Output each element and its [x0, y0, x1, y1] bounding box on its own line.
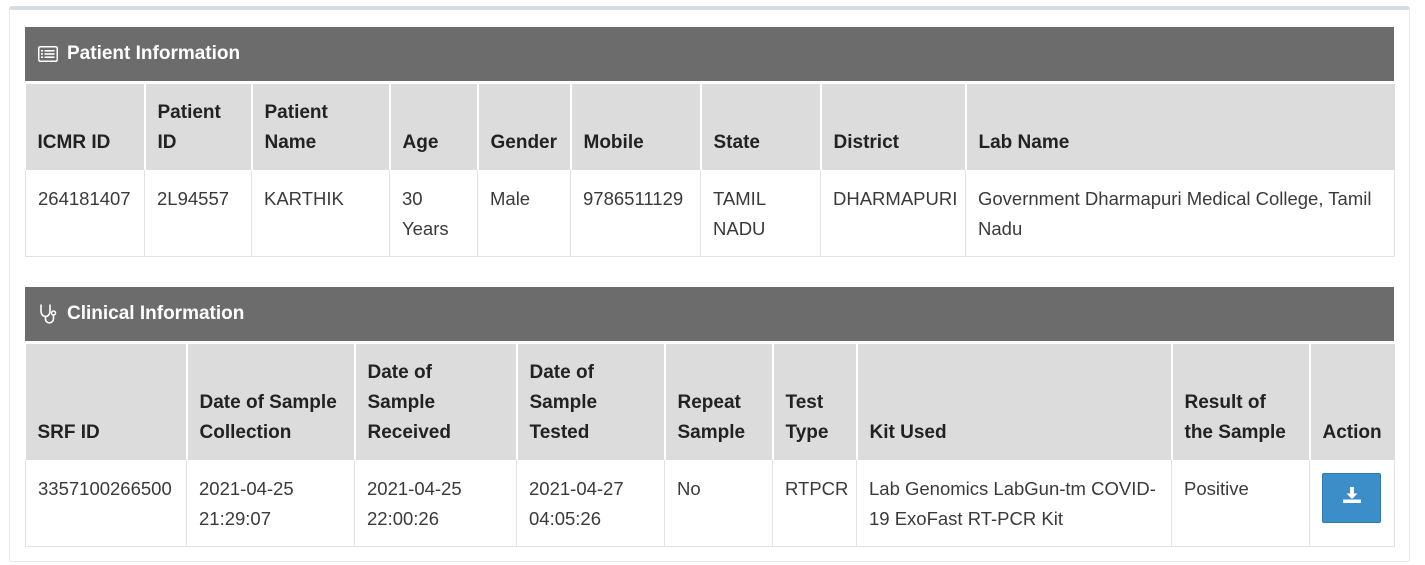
- list-icon: [37, 44, 59, 64]
- column-header: Repeat Sample: [664, 341, 774, 460]
- age-cell: 30 Years: [389, 169, 478, 257]
- patient-information-title: Patient Information: [67, 43, 241, 64]
- patient-information-header: Patient Information: [25, 27, 1394, 81]
- table-row: 264181407 2L94557 KARTHIK 30 Years Male …: [25, 169, 1395, 257]
- patient-table-header-row: ICMR ID Patient ID Patient Name Age Gend…: [25, 81, 1395, 170]
- download-icon: [1342, 483, 1362, 513]
- column-header: SRF ID: [25, 341, 188, 460]
- column-header: Kit Used: [856, 341, 1173, 460]
- district-cell: DHARMAPURI: [820, 169, 966, 257]
- column-header: District: [820, 81, 967, 170]
- column-header: Mobile: [570, 81, 702, 170]
- column-header: Gender: [477, 81, 572, 170]
- patient-information-panel: Patient Information ICMR ID Patient ID P…: [25, 27, 1395, 257]
- clinical-information-title: Clinical Information: [67, 303, 245, 324]
- gender-cell: Male: [477, 169, 571, 257]
- lab-name-cell: Government Dharmapuri Medical College, T…: [965, 169, 1395, 257]
- received-date-cell: 2021-04-25 22:00:26: [354, 459, 517, 547]
- collection-date-cell: 2021-04-25 21:29:07: [186, 459, 355, 547]
- column-header: Date of Sample Collection: [186, 341, 356, 460]
- clinical-information-panel: Clinical Information SRF ID Date of Samp…: [25, 287, 1395, 547]
- clinical-table-header-row: SRF ID Date of Sample Collection Date of…: [25, 341, 1395, 460]
- patient-id-cell: 2L94557: [144, 169, 252, 257]
- column-header: Date of Sample Tested: [516, 341, 666, 460]
- patient-table: ICMR ID Patient ID Patient Name Age Gend…: [25, 81, 1395, 257]
- column-header: Action: [1309, 341, 1395, 460]
- repeat-sample-cell: No: [664, 459, 773, 547]
- column-header: Patient Name: [251, 81, 391, 170]
- mobile-cell: 9786511129: [570, 169, 701, 257]
- column-header: Result of the Sample: [1171, 341, 1311, 460]
- kit-used-cell: Lab Genomics LabGun-tm COVID-19 ExoFast …: [856, 459, 1172, 547]
- table-row: 3357100266500 2021-04-25 21:29:07 2021-0…: [25, 459, 1395, 547]
- stethoscope-icon: [37, 304, 59, 324]
- column-header: Lab Name: [965, 81, 1395, 170]
- patient-name-cell: KARTHIK: [251, 169, 390, 257]
- column-header: ICMR ID: [25, 81, 146, 170]
- test-type-cell: RTPCR: [772, 459, 857, 547]
- clinical-information-header: Clinical Information: [25, 287, 1394, 341]
- tested-date-cell: 2021-04-27 04:05:26: [516, 459, 665, 547]
- column-header: Date of Sample Received: [354, 341, 518, 460]
- result-cell: Positive: [1171, 459, 1310, 547]
- column-header: Age: [389, 81, 479, 170]
- action-cell: [1309, 459, 1395, 547]
- state-cell: TAMIL NADU: [700, 169, 821, 257]
- column-header: Test Type: [772, 341, 858, 460]
- download-button[interactable]: [1322, 472, 1381, 523]
- column-header: Patient ID: [144, 81, 253, 170]
- icmr-id-cell: 264181407: [25, 169, 145, 257]
- column-header: State: [700, 81, 822, 170]
- clinical-table: SRF ID Date of Sample Collection Date of…: [25, 341, 1395, 547]
- srf-id-cell: 3357100266500: [25, 459, 187, 547]
